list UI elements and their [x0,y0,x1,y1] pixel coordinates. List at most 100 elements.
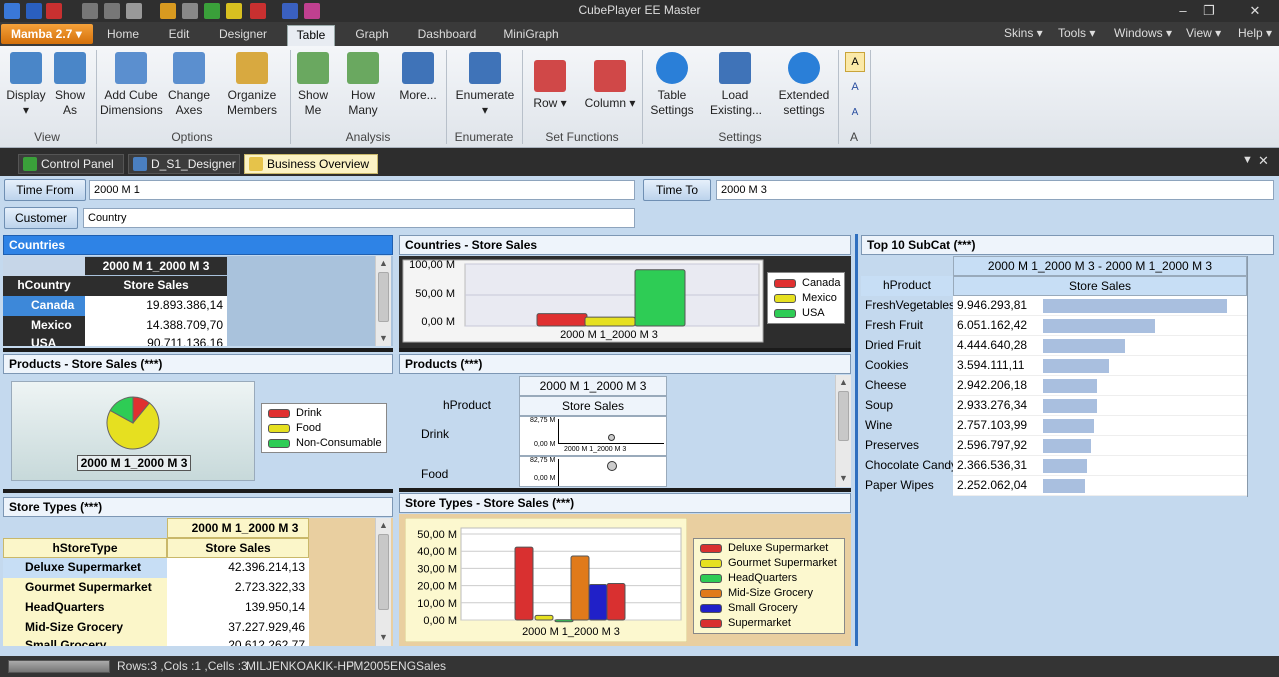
table-row-label[interactable]: Fresh Fruit [861,316,953,336]
bar-supermarket[interactable] [606,583,626,621]
tab-table[interactable]: Table [287,25,335,46]
table-row-label[interactable]: Wine [861,416,953,436]
table-cell-value[interactable]: 20.612.262,77 [167,638,309,646]
tab-designer[interactable]: Designer [212,25,274,46]
restore-button[interactable]: ❐ [1196,2,1222,20]
table-cell-value[interactable]: 3.594.111,11 [953,356,1247,376]
products-measure-header[interactable]: Store Sales [519,396,667,416]
minimize-button[interactable]: – [1170,2,1196,20]
countries-dim-header[interactable]: hCountry [3,276,85,296]
table-cell-value[interactable]: 2.252.062,04 [953,476,1247,496]
table-row-label[interactable]: Drink [399,425,519,445]
change-axes-button[interactable]: Change Axes [166,52,212,118]
bar-mexico[interactable] [584,316,636,327]
store-types-period-header[interactable]: 2000 M 1_2000 M 3 [167,518,309,538]
table-row-label[interactable]: Dried Fruit [861,336,953,356]
bar-gourmet-supermarket[interactable] [534,614,554,621]
tab-dashboard[interactable]: Dashboard [412,25,482,46]
bar-small-grocery[interactable] [588,584,608,621]
table-row-label[interactable]: Soup [861,396,953,416]
load-existing-button[interactable]: Load Existing... [706,52,764,118]
menu-tools[interactable]: Tools ▾ [1058,26,1095,40]
countries-period-header[interactable]: 2000 M 1_2000 M 3 [85,257,227,275]
time-to-button[interactable]: Time To [643,179,711,201]
table-row-label[interactable]: Food [399,465,519,485]
table-cell-value[interactable]: 90.711.136,16 [85,336,227,346]
top10-period-header[interactable]: 2000 M 1_2000 M 3 - 2000 M 1_2000 M 3 [953,256,1247,276]
tab-list-dropdown[interactable]: ▼ [1242,154,1253,166]
table-cell-value[interactable]: 139.950,14 [167,598,309,618]
close-tab-icon[interactable]: ✕ [1258,153,1269,169]
table-row-label[interactable]: Canada [3,296,85,316]
table-cell-value[interactable]: 9.946.293,81 [953,296,1247,316]
organize-members-button[interactable]: Organize Members [226,52,278,118]
show-me-button[interactable]: Show Me [294,52,332,118]
font-size-large-button[interactable]: A [845,52,865,72]
menu-help[interactable]: Help ▾ [1238,26,1272,40]
table-row-label[interactable]: Mexico [3,316,85,336]
table-cell-value[interactable]: 4.444.640,28 [953,336,1247,356]
tab-minigraph[interactable]: MiniGraph [498,25,564,46]
countries-scrollbar[interactable]: ▲ ▼ [375,256,391,346]
time-to-field[interactable]: 2000 M 3 [716,180,1274,200]
customer-field[interactable]: Country [83,208,635,228]
table-row-label[interactable]: Deluxe Supermarket [3,558,167,578]
bar-headquarters[interactable] [554,619,574,623]
close-button[interactable]: ✕ [1242,2,1268,20]
table-cell-value[interactable]: 2.757.103,99 [953,416,1247,436]
store-types-scrollbar[interactable]: ▲ ▼ [375,518,391,646]
products-dim-header[interactable]: hProduct [399,396,519,416]
tab-designer-doc[interactable]: D_S1_Designer [128,154,240,174]
time-from-button[interactable]: Time From [4,179,86,201]
bar-canada[interactable] [536,313,588,327]
app-menu-button[interactable]: Mamba 2.7 ▾ [1,24,93,44]
countries-measure-header[interactable]: Store Sales [85,276,227,296]
store-types-dim-header[interactable]: hStoreType [3,538,167,558]
table-row-label[interactable]: HeadQuarters [3,598,167,618]
table-cell-value[interactable]: 14.388.709,70 [85,316,227,336]
store-types-measure-header[interactable]: Store Sales [167,538,309,558]
more-button[interactable]: More... [396,52,440,103]
bar-usa[interactable] [634,269,686,327]
splitter[interactable] [3,489,393,493]
top10-dim-header[interactable]: hProduct [861,276,953,296]
display-button[interactable]: Display ▾ [4,52,48,118]
table-cell-value[interactable]: 2.596.797,92 [953,436,1247,456]
add-cube-dimensions-button[interactable]: Add Cube Dimensions [100,52,163,118]
table-settings-button[interactable]: Table Settings [648,52,696,118]
menu-view[interactable]: View ▾ [1186,26,1221,40]
table-row-label[interactable]: Paper Wipes [861,476,953,496]
tab-business-overview[interactable]: Business Overview [244,154,378,174]
splitter[interactable] [399,488,851,492]
panel-divider[interactable] [855,234,858,646]
table-row-label[interactable]: USA [3,336,85,346]
tab-control-panel[interactable]: Control Panel [18,154,124,174]
customer-button[interactable]: Customer [4,207,78,229]
table-cell-value[interactable]: 2.366.536,31 [953,456,1247,476]
table-row-label[interactable]: Mid-Size Grocery [3,618,167,638]
time-from-field[interactable]: 2000 M 1 [89,180,635,200]
table-row-label[interactable]: Small Grocery [3,638,167,646]
column-button[interactable]: Column ▾ [582,60,638,111]
table-cell-value[interactable]: 37.227.929,46 [167,618,309,638]
extended-settings-button[interactable]: Extended settings [776,52,832,118]
how-many-button[interactable]: How Many [342,52,384,118]
table-cell-value[interactable]: 19.893.386,14 [85,296,227,316]
table-cell-value[interactable]: 2.933.276,34 [953,396,1247,416]
font-size-medium-button[interactable]: A [847,78,863,96]
table-cell-value[interactable]: 6.051.162,42 [953,316,1247,336]
splitter[interactable] [3,348,393,352]
bar-mid-size-grocery[interactable] [570,555,590,621]
enumerate-button[interactable]: Enumerate ▾ [454,52,516,118]
menu-windows[interactable]: Windows ▾ [1114,26,1172,40]
table-row-label[interactable]: Cheese [861,376,953,396]
top10-measure-header[interactable]: Store Sales [953,276,1247,296]
table-cell-value[interactable]: 2.942.206,18 [953,376,1247,396]
show-as-button[interactable]: Show As [50,52,90,118]
tab-graph[interactable]: Graph [348,25,396,46]
table-row-label[interactable]: Preserves [861,436,953,456]
table-row-label[interactable]: Cookies [861,356,953,376]
row-button[interactable]: Row ▾ [528,60,572,111]
tab-edit[interactable]: Edit [158,25,200,46]
table-row-label[interactable]: Gourmet Supermarket [3,578,167,598]
